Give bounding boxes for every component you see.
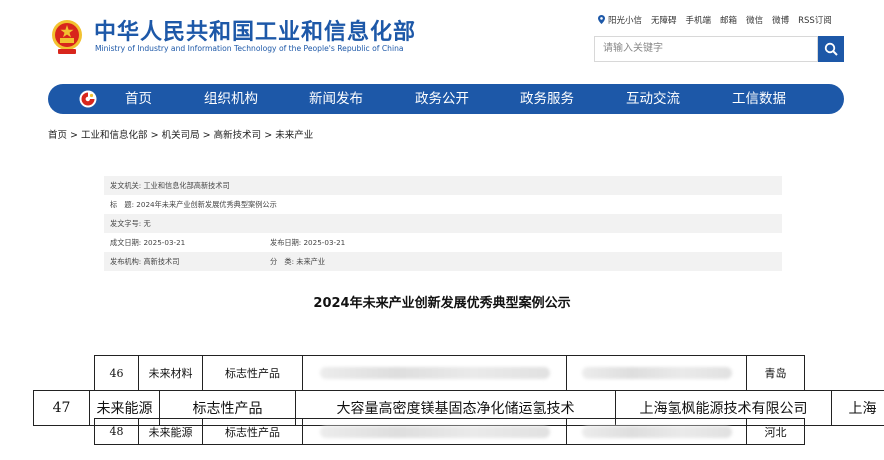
- breadcrumb-future-industry[interactable]: 未来产业: [275, 130, 313, 141]
- nav-item-organization[interactable]: 组织机构: [204, 84, 258, 114]
- document-meta: 发文机关: 工业和信息化部高新技术司 标 题: 2024年未来产业创新发展优秀典…: [104, 176, 782, 271]
- top-link-mail[interactable]: 邮箱: [720, 14, 737, 26]
- meta-value: 高新技术司: [143, 257, 180, 266]
- nav-item-government-affairs[interactable]: 政务公开: [415, 84, 469, 114]
- redacted-block: [581, 367, 732, 379]
- cell-field: 未来能源: [139, 418, 203, 445]
- table-row: 48 未来能源 标志性产品 河北: [94, 418, 805, 445]
- breadcrumb-hitech[interactable]: 高新技术司: [214, 130, 262, 141]
- cell-name-redacted: [303, 355, 567, 391]
- cell-region: 上海: [832, 390, 884, 426]
- nav-item-data[interactable]: 工信数据: [732, 84, 786, 114]
- meta-label: 发文机关:: [110, 181, 142, 190]
- meta-value: 未来产业: [296, 257, 326, 266]
- location-pin-icon: [598, 15, 605, 24]
- table-row: 46 未来材料 标志性产品 青岛: [94, 355, 805, 391]
- meta-published: 发布日期: 2025-03-21: [270, 233, 345, 252]
- top-links: 阳光小信 无障碍 手机端 邮箱 微信 微博 RSS订阅: [598, 14, 832, 26]
- top-link-weibo[interactable]: 微博: [772, 14, 789, 26]
- breadcrumb-separator: >: [70, 130, 79, 141]
- top-link-mobile[interactable]: 手机端: [686, 14, 712, 26]
- cell-region: 青岛: [747, 355, 805, 391]
- breadcrumb: 首页 > 工业和信息化部 > 机关司局 > 高新技术司 > 未来产业: [48, 127, 313, 141]
- breadcrumb-separator: >: [150, 130, 159, 141]
- breadcrumb-ministry[interactable]: 工业和信息化部: [81, 130, 148, 141]
- cell-name-redacted: [303, 418, 567, 445]
- document-title: 2024年未来产业创新发展优秀典型案例公示: [313, 296, 571, 311]
- meta-row-org: 发布机构: 高新技术司 分 类: 未来产业: [104, 252, 782, 271]
- meta-value: 2024年未来产业创新发展优秀典型案例公示: [136, 200, 277, 209]
- cell-company-redacted: [567, 418, 747, 445]
- top-link-accessibility[interactable]: 无障碍: [651, 14, 677, 26]
- meta-row-docno: 发文字号: 无: [104, 214, 782, 233]
- breadcrumb-separator: >: [202, 130, 211, 141]
- meta-label: 发文字号:: [110, 219, 142, 228]
- cell-company-redacted: [567, 355, 747, 391]
- site-title[interactable]: 中华人民共和国工业和信息化部: [94, 14, 416, 46]
- redacted-block: [319, 425, 550, 438]
- site-header: 中华人民共和国工业和信息化部 Ministry of Industry and …: [0, 0, 884, 80]
- national-emblem-icon[interactable]: [50, 16, 84, 56]
- cell-field: 未来材料: [139, 355, 203, 391]
- top-link-wechat[interactable]: 微信: [746, 14, 763, 26]
- site-subtitle: Ministry of Industry and Information Tec…: [95, 44, 404, 53]
- redacted-block: [319, 367, 550, 379]
- meta-value: 2025-03-21: [303, 238, 346, 247]
- search-input[interactable]: 请输入关键字: [594, 36, 818, 62]
- breadcrumb-home[interactable]: 首页: [48, 130, 67, 141]
- top-link-rss[interactable]: RSS订阅: [798, 14, 832, 26]
- nav-item-services[interactable]: 政务服务: [520, 84, 574, 114]
- top-link-sunshine[interactable]: 阳光小信: [598, 14, 642, 26]
- meta-row-issuer: 发文机关: 工业和信息化部高新技术司: [104, 176, 782, 195]
- nav-item-home[interactable]: 首页: [125, 84, 152, 114]
- cell-region: 河北: [747, 418, 805, 445]
- meta-row-title: 标 题: 2024年未来产业创新发展优秀典型案例公示: [104, 195, 782, 214]
- meta-label: 发布机构:: [110, 257, 142, 266]
- meta-value: 工业和信息化部高新技术司: [143, 181, 230, 190]
- cell-number: 48: [95, 418, 139, 445]
- meta-category: 分 类: 未来产业: [270, 252, 325, 271]
- cell-type: 标志性产品: [203, 418, 303, 445]
- redacted-block: [581, 425, 732, 438]
- cell-number: 47: [34, 390, 90, 426]
- cell-type: 标志性产品: [203, 355, 303, 391]
- main-nav: 首页 组织机构 新闻发布 政务公开 政务服务 互动交流 工信数据: [48, 84, 844, 114]
- meta-label: 发布日期:: [270, 238, 302, 247]
- search-button[interactable]: [818, 36, 844, 62]
- nav-item-news[interactable]: 新闻发布: [309, 84, 363, 114]
- meta-value: 2025-03-21: [143, 238, 186, 247]
- meta-value: 无: [143, 219, 151, 228]
- breadcrumb-separator: >: [264, 130, 273, 141]
- breadcrumb-departments[interactable]: 机关司局: [162, 130, 200, 141]
- ministry-logo-icon[interactable]: [78, 89, 98, 109]
- meta-label: 分 类:: [270, 257, 294, 266]
- meta-row-dates: 成文日期: 2025-03-21 发布日期: 2025-03-21: [104, 233, 782, 252]
- search-icon: [824, 42, 838, 56]
- cell-number: 46: [95, 355, 139, 391]
- meta-label: 标 题:: [110, 200, 134, 209]
- nav-item-interaction[interactable]: 互动交流: [626, 84, 680, 114]
- meta-label: 成文日期:: [110, 238, 142, 247]
